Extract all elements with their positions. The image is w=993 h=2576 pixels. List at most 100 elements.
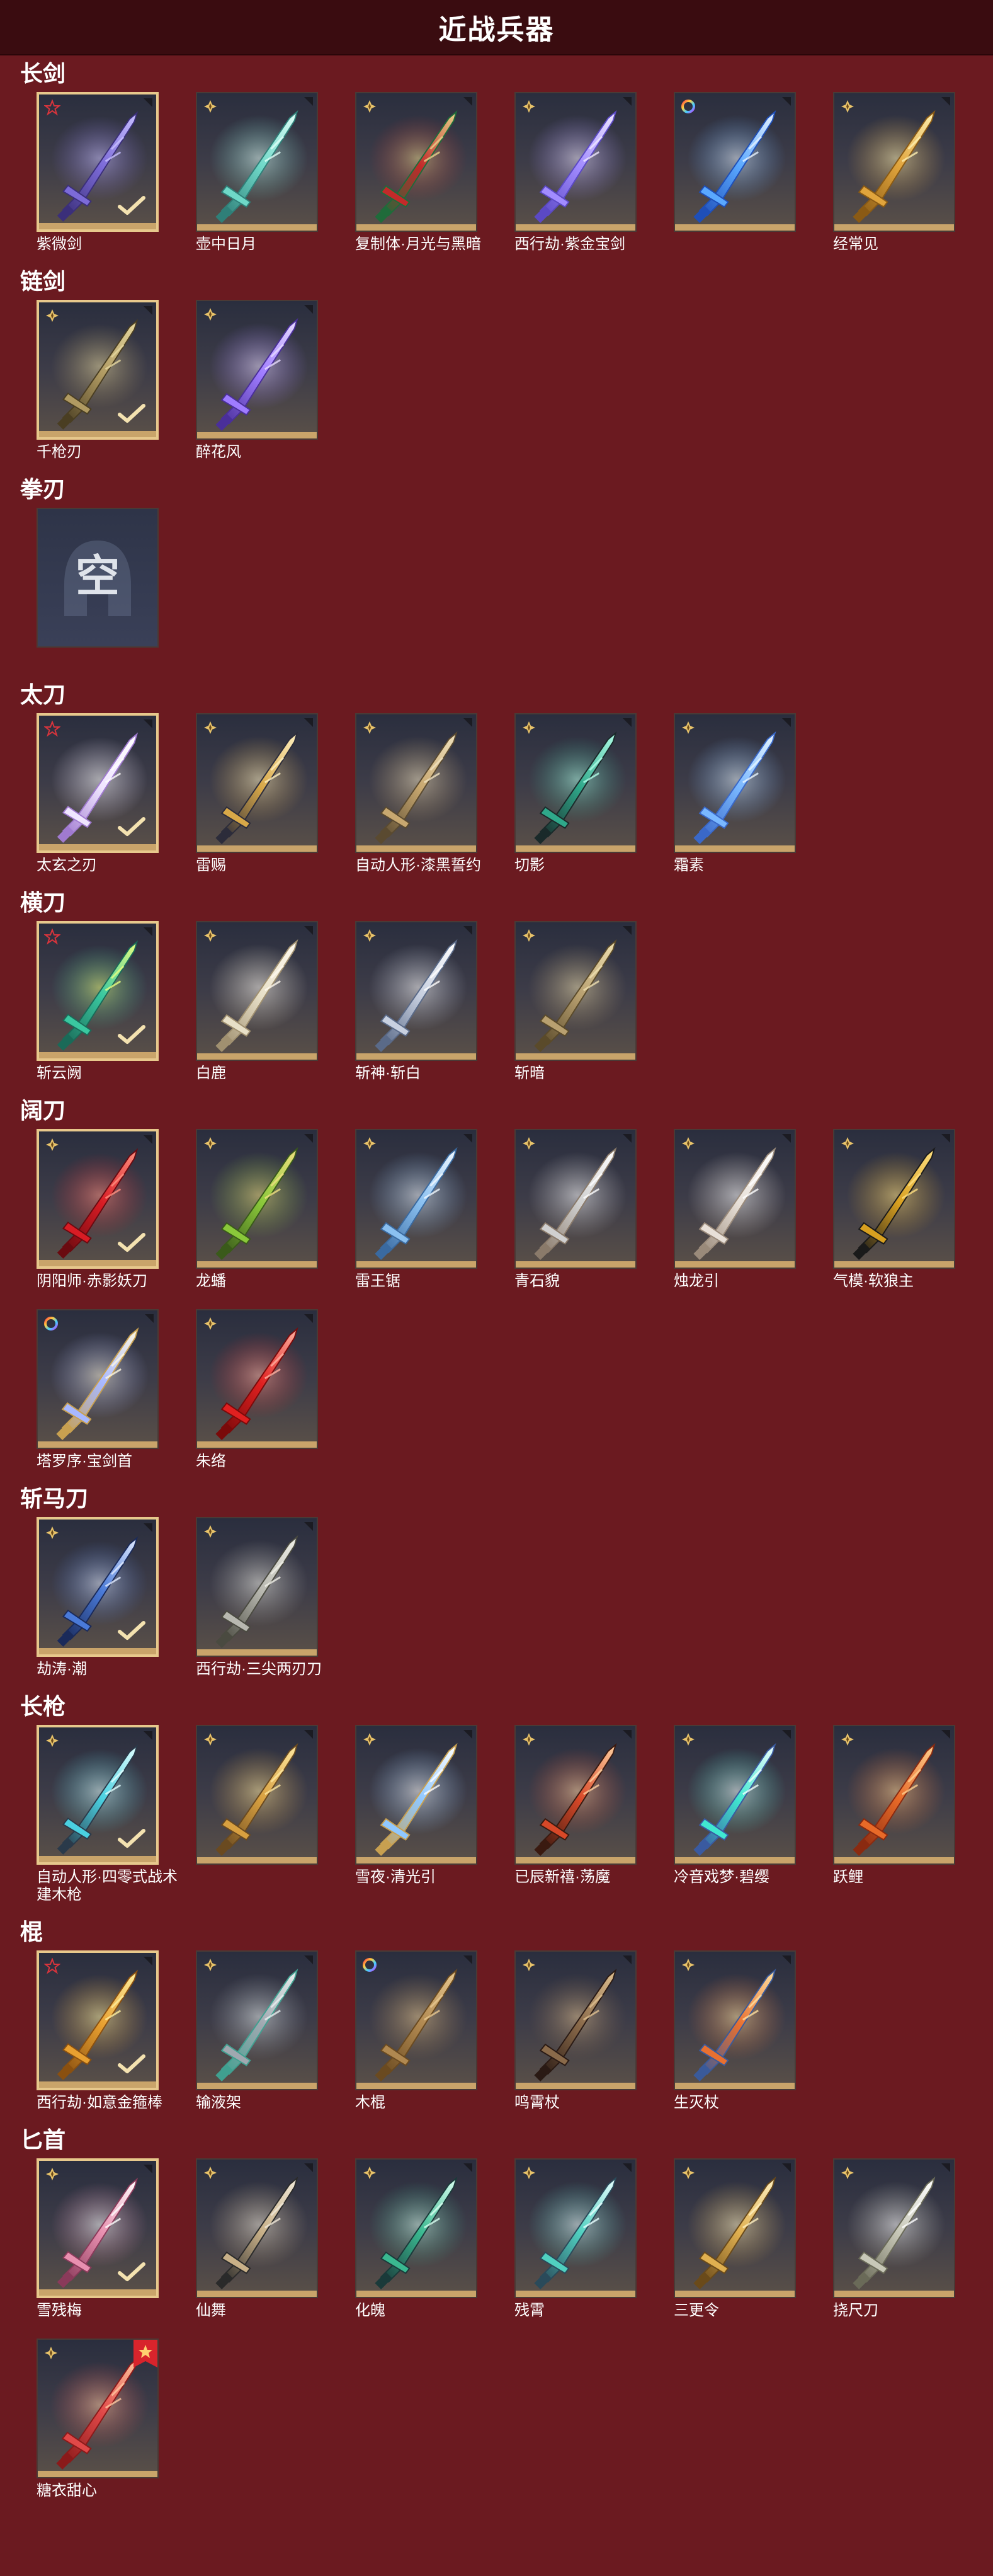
- weapon-card[interactable]: 化魄: [355, 2158, 514, 2320]
- empty-weapon-slot[interactable]: 空: [37, 508, 196, 648]
- weapon-thumbnail[interactable]: [37, 2158, 159, 2298]
- weapon-card[interactable]: 朱络: [196, 1309, 355, 1470]
- weapon-card[interactable]: 三更令: [674, 2158, 833, 2320]
- weapon-thumbnail[interactable]: [355, 1725, 477, 1865]
- weapon-name-label: 醉花风: [196, 444, 241, 461]
- weapon-card[interactable]: 西行劫·如意金箍棒: [37, 1950, 196, 2112]
- weapon-card[interactable]: 复制体·月光与黑暗: [355, 92, 514, 253]
- weapon-card[interactable]: 已辰新禧·荡魔: [514, 1725, 674, 1904]
- weapon-thumbnail[interactable]: [355, 1950, 477, 2090]
- weapon-card[interactable]: 残霄: [514, 2158, 674, 2320]
- weapon-thumbnail[interactable]: [196, 1725, 318, 1865]
- weapon-card[interactable]: 太玄之刃: [37, 713, 196, 874]
- corner-mark-icon: [144, 98, 152, 107]
- weapon-card[interactable]: 跃鲤: [833, 1725, 992, 1904]
- weapon-card[interactable]: [674, 92, 833, 253]
- weapon-card[interactable]: 斩神·斩白: [355, 921, 514, 1082]
- weapon-card[interactable]: 木棍: [355, 1950, 514, 2112]
- weapon-card[interactable]: 西行劫·三尖两刃刀: [196, 1517, 355, 1678]
- weapon-thumbnail[interactable]: [833, 1725, 955, 1865]
- weapon-thumbnail[interactable]: [674, 713, 796, 853]
- weapon-card[interactable]: 雷王锯: [355, 1129, 514, 1290]
- weapon-thumbnail[interactable]: [514, 713, 637, 853]
- card-bottom-bar: [39, 431, 156, 437]
- weapon-thumbnail[interactable]: [514, 921, 637, 1061]
- weapon-card[interactable]: 气模·软狼主: [833, 1129, 992, 1290]
- weapon-name-label: 鸣霄杖: [514, 2094, 560, 2111]
- weapon-card[interactable]: 雪夜·清光引: [355, 1725, 514, 1904]
- weapon-thumbnail[interactable]: [355, 1129, 477, 1269]
- weapon-card[interactable]: 烛龙引: [674, 1129, 833, 1290]
- weapon-card[interactable]: 阴阳师·赤影妖刀: [37, 1129, 196, 1290]
- weapon-thumbnail[interactable]: [514, 2158, 637, 2298]
- weapon-thumbnail[interactable]: [514, 92, 637, 232]
- weapon-thumbnail[interactable]: [196, 2158, 318, 2298]
- weapon-thumbnail[interactable]: [355, 2158, 477, 2298]
- weapon-card[interactable]: 自动人形·漆黑誓约: [355, 713, 514, 874]
- weapon-thumbnail[interactable]: [674, 92, 796, 232]
- weapon-thumbnail[interactable]: [196, 1129, 318, 1269]
- weapon-card[interactable]: 斩云阙: [37, 921, 196, 1082]
- weapon-card[interactable]: 鸣霄杖: [514, 1950, 674, 2112]
- rarity-gold-diamond-icon: [841, 1733, 854, 1746]
- weapon-thumbnail[interactable]: [196, 713, 318, 853]
- weapon-thumbnail[interactable]: [674, 1725, 796, 1865]
- weapon-card[interactable]: 仙舞: [196, 2158, 355, 2320]
- weapon-thumbnail[interactable]: [674, 1950, 796, 2090]
- weapon-thumbnail[interactable]: [196, 921, 318, 1061]
- weapon-thumbnail[interactable]: [514, 1129, 637, 1269]
- weapon-card[interactable]: 雪残梅: [37, 2158, 196, 2320]
- weapon-card[interactable]: 西行劫·紫金宝剑: [514, 92, 674, 253]
- weapon-card[interactable]: 塔罗序·宝剑首: [37, 1309, 196, 1470]
- weapon-name-label: 雷赐: [196, 857, 226, 874]
- weapon-card[interactable]: 霜素: [674, 713, 833, 874]
- weapon-card[interactable]: 生灭杖: [674, 1950, 833, 2112]
- weapon-card[interactable]: 输液架: [196, 1950, 355, 2112]
- weapon-card[interactable]: 醉花风: [196, 300, 355, 461]
- weapon-thumbnail[interactable]: [37, 300, 159, 440]
- weapon-card[interactable]: 白鹿: [196, 921, 355, 1082]
- weapon-thumbnail[interactable]: [833, 1129, 955, 1269]
- weapon-card[interactable]: 自动人形·四零式战术建木枪: [37, 1725, 196, 1904]
- equipped-check-icon: [118, 1233, 145, 1252]
- weapon-card[interactable]: 紫微剑: [37, 92, 196, 253]
- weapon-thumbnail[interactable]: [37, 1725, 159, 1865]
- weapon-thumbnail[interactable]: 空: [37, 508, 159, 648]
- weapon-card[interactable]: 壶中日月: [196, 92, 355, 253]
- weapon-thumbnail[interactable]: [37, 921, 159, 1061]
- weapon-thumbnail[interactable]: [355, 713, 477, 853]
- weapon-card[interactable]: 冷音戏梦·碧缨: [674, 1725, 833, 1904]
- weapon-thumbnail[interactable]: [674, 1129, 796, 1269]
- weapon-card[interactable]: 挠尺刀: [833, 2158, 992, 2320]
- weapon-thumbnail[interactable]: [196, 92, 318, 232]
- weapon-card[interactable]: 青石貌: [514, 1129, 674, 1290]
- weapon-thumbnail[interactable]: [196, 1309, 318, 1449]
- weapon-thumbnail[interactable]: [37, 1517, 159, 1657]
- weapon-card[interactable]: 劫涛·潮: [37, 1517, 196, 1678]
- weapon-thumbnail[interactable]: [37, 1950, 159, 2090]
- weapon-card[interactable]: 切影: [514, 713, 674, 874]
- weapon-thumbnail[interactable]: [196, 1517, 318, 1657]
- weapon-thumbnail[interactable]: [196, 300, 318, 440]
- weapon-card[interactable]: [196, 1725, 355, 1904]
- weapon-thumbnail[interactable]: [37, 1309, 159, 1449]
- weapon-card[interactable]: 经常见: [833, 92, 992, 253]
- weapon-thumbnail[interactable]: [674, 2158, 796, 2298]
- weapon-card[interactable]: 糖衣甜心: [37, 2338, 196, 2500]
- weapon-thumbnail[interactable]: [37, 92, 159, 232]
- weapon-thumbnail[interactable]: [37, 1129, 159, 1269]
- weapon-thumbnail[interactable]: [37, 2338, 159, 2478]
- weapon-card[interactable]: 斩暗: [514, 921, 674, 1082]
- weapon-thumbnail[interactable]: [833, 92, 955, 232]
- weapon-card[interactable]: 雷赐: [196, 713, 355, 874]
- weapon-card[interactable]: 龙蟠: [196, 1129, 355, 1290]
- category-title: 链剑: [20, 268, 66, 294]
- weapon-thumbnail[interactable]: [833, 2158, 955, 2298]
- weapon-card[interactable]: 千枪刃: [37, 300, 196, 461]
- weapon-thumbnail[interactable]: [355, 92, 477, 232]
- weapon-thumbnail[interactable]: [37, 713, 159, 853]
- weapon-thumbnail[interactable]: [355, 921, 477, 1061]
- weapon-thumbnail[interactable]: [196, 1950, 318, 2090]
- weapon-thumbnail[interactable]: [514, 1725, 637, 1865]
- weapon-thumbnail[interactable]: [514, 1950, 637, 2090]
